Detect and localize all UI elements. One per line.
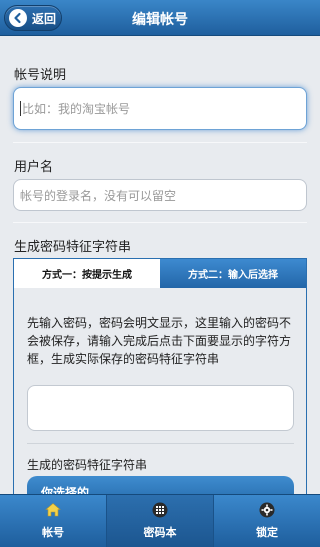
generated-string-label: 生成的密码特征字符串 (27, 458, 148, 472)
password-input[interactable] (27, 385, 294, 431)
grid-icon (152, 502, 168, 518)
tab-method-one[interactable]: 方式一：按提示生成 (14, 259, 160, 288)
gear-icon (259, 502, 275, 518)
account-desc-label: 帐号说明 (14, 68, 67, 83)
nav-item-accounts[interactable]: 帐号 (0, 495, 107, 547)
header-bar: 返回 编辑帐号 (0, 0, 320, 36)
tab-method-two[interactable]: 方式二：输入后选择 (160, 259, 306, 288)
section-divider (13, 222, 307, 223)
panel-divider (27, 443, 294, 444)
account-desc-placeholder: 比如：我的淘宝帐号 (22, 102, 131, 116)
page-title: 编辑帐号 (132, 12, 188, 28)
nav-label-passbook: 密码本 (143, 526, 177, 539)
nav-label-accounts: 帐号 (42, 526, 64, 539)
text-caret (20, 101, 21, 116)
nav-item-lock[interactable]: 锁定 (214, 495, 320, 547)
username-input[interactable]: 帐号的登录名，没有可以留空 (13, 179, 307, 211)
bottom-nav: 帐号 密码本 锁定 (0, 494, 320, 547)
username-placeholder: 帐号的登录名，没有可以留空 (20, 188, 177, 203)
account-desc-input[interactable]: 比如：我的淘宝帐号 (13, 87, 307, 130)
home-icon (45, 502, 61, 518)
section-divider (13, 142, 307, 143)
nav-item-passbook[interactable]: 密码本 (107, 495, 214, 547)
method-tabs: 方式一：按提示生成 方式二：输入后选择 (13, 258, 307, 288)
signature-label: 生成密码特征字符串 (14, 240, 132, 255)
username-label: 用户名 (14, 160, 54, 175)
method-description: 先输入密码，密码会明文显示，这里输入的密码不会被保存，请输入完成后点击下面要显示… (27, 316, 292, 366)
nav-label-lock: 锁定 (256, 526, 278, 539)
